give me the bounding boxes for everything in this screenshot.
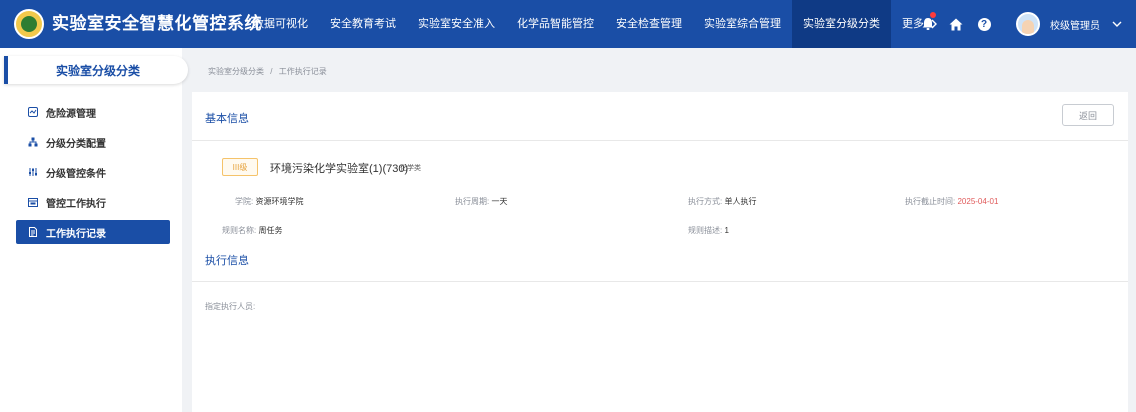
help-icon: ?	[977, 17, 991, 31]
sidebar-item-execution-records[interactable]: 工作执行记录	[16, 220, 170, 244]
cycle-label: 执行周期:	[455, 197, 490, 206]
sidebar-item-hazard-management[interactable]: 危险源管理	[16, 100, 170, 124]
lab-type: 化学类	[400, 165, 421, 172]
chevron-down-icon[interactable]	[1112, 21, 1122, 28]
home-button[interactable]	[942, 0, 970, 48]
breadcrumb-current: 工作执行记录	[278, 67, 327, 76]
deadline-label: 执行截止时间:	[905, 197, 956, 206]
home-icon	[949, 18, 963, 30]
back-button[interactable]: 返回	[1062, 104, 1114, 126]
user-avatar[interactable]	[1016, 12, 1040, 36]
nav-lab-management[interactable]: 实验室综合管理	[693, 0, 792, 48]
sidebar-item-control-conditions[interactable]: 分级管控条件	[16, 160, 170, 184]
deadline-field: 执行截止时间: 2025-04-01	[905, 196, 998, 207]
help-button[interactable]: ?	[970, 0, 998, 48]
sidebar-title: 实验室分级分类	[4, 56, 188, 84]
sidebar: 实验室分级分类 危险源管理 分级分类配置 分级管控条件 管控工作执行 工作执行记…	[0, 48, 188, 412]
sidebar-item-label: 管控工作执行	[46, 198, 106, 210]
breadcrumb-separator: /	[270, 67, 273, 76]
exec-info-title: 执行信息	[205, 255, 249, 267]
breadcrumb: 实验室分级分类 / 工作执行记录	[208, 66, 327, 77]
system-title: 实验室安全智慧化管控系统	[52, 14, 262, 33]
cycle-value: 一天	[491, 197, 508, 206]
rule-name-label: 规则名称:	[222, 226, 257, 235]
deadline-value: 2025-04-01	[957, 197, 999, 206]
nav-lab-classification[interactable]: 实验室分级分类	[792, 0, 891, 48]
user-name[interactable]: 校级管理员	[1050, 17, 1100, 32]
top-navigation-bar: 实验室安全智慧化管控系统 数据可视化 安全教育考试 实验室安全准入 化学品智能管…	[0, 0, 1136, 48]
sidebar-item-label: 分级分类配置	[46, 138, 106, 150]
mode-field: 执行方式: 单人执行	[688, 196, 756, 207]
nav-lab-access[interactable]: 实验室安全准入	[407, 0, 506, 48]
sliders-icon	[26, 167, 40, 177]
calendar-icon	[26, 197, 40, 207]
cycle-field: 执行周期: 一天	[455, 196, 507, 207]
rule-desc-label: 规则描述:	[688, 226, 723, 235]
nav-safety-inspection[interactable]: 安全检查管理	[605, 0, 693, 48]
hierarchy-icon	[26, 137, 40, 147]
nav-chemical-control[interactable]: 化学品智能管控	[506, 0, 605, 48]
nav-data-visualization[interactable]: 数据可视化	[242, 0, 319, 48]
college-value: 资源环境学院	[255, 197, 304, 206]
college-label: 学院:	[235, 197, 254, 206]
sidebar-item-label: 工作执行记录	[46, 228, 106, 240]
rule-desc-field: 规则描述: 1	[688, 225, 729, 236]
rule-desc-value: 1	[724, 226, 729, 235]
college-field: 学院: 资源环境学院	[235, 196, 303, 207]
university-logo-icon	[14, 9, 44, 39]
nav-safety-education[interactable]: 安全教育考试	[319, 0, 407, 48]
rule-name-field: 规则名称: 周任务	[222, 225, 282, 236]
breadcrumb-parent[interactable]: 实验室分级分类	[208, 67, 264, 76]
notification-badge	[930, 12, 936, 18]
sidebar-item-control-execution[interactable]: 管控工作执行	[16, 190, 170, 214]
mode-label: 执行方式:	[688, 197, 723, 206]
rule-name-value: 周任务	[258, 226, 283, 235]
basic-info-title: 基本信息	[205, 113, 249, 125]
detail-panel: 基本信息 返回 III级 环境污染化学实验室(1)(730) 化学类 学院: 资…	[192, 92, 1128, 412]
section-divider	[192, 140, 1128, 141]
bell-icon	[922, 18, 934, 30]
assignee-label: 指定执行人员:	[205, 302, 256, 311]
notification-button[interactable]	[914, 0, 942, 48]
main-nav: 数据可视化 安全教育考试 实验室安全准入 化学品智能管控 安全检查管理 实验室综…	[242, 0, 949, 48]
assignee-field: 指定执行人员:	[205, 301, 255, 312]
header-actions: ? 校级管理员	[914, 0, 1136, 48]
sidebar-item-label: 分级管控条件	[46, 168, 106, 180]
hazard-icon	[26, 107, 40, 117]
lab-name: 环境污染化学实验室(1)(730)	[270, 163, 409, 175]
section-divider	[192, 281, 1128, 282]
level-tag: III级	[222, 158, 258, 176]
sidebar-item-classification-config[interactable]: 分级分类配置	[16, 130, 170, 154]
sidebar-menu: 危险源管理 分级分类配置 分级管控条件 管控工作执行 工作执行记录	[16, 100, 170, 250]
sidebar-item-label: 危险源管理	[46, 108, 96, 120]
record-icon	[26, 227, 40, 237]
mode-value: 单人执行	[724, 197, 757, 206]
